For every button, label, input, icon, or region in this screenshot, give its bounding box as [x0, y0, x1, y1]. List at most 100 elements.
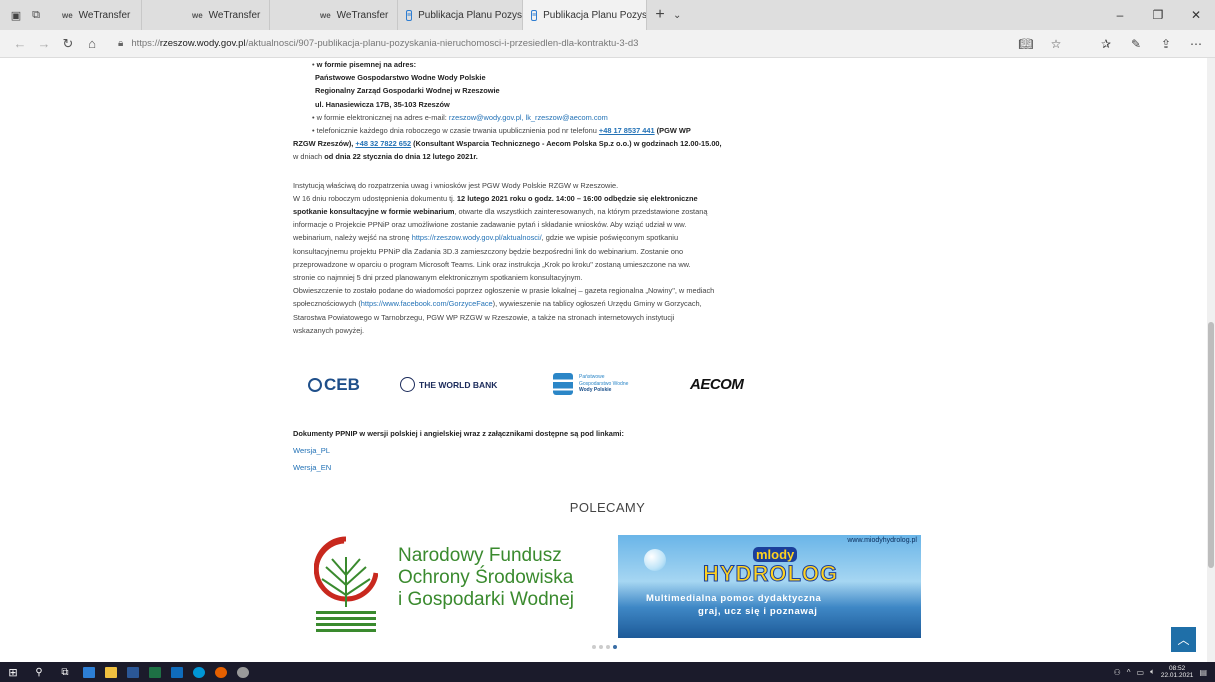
tab-preview-icon[interactable]: ⧉: [28, 8, 44, 22]
hp-app-icon[interactable]: [188, 662, 210, 682]
tab-actions: ▣ ⧉: [0, 8, 54, 22]
notifications-icon[interactable]: ▤: [1199, 668, 1207, 677]
nav-buttons: ← → ↻ ⌂: [0, 36, 104, 52]
page-scrollbar[interactable]: [1207, 58, 1215, 662]
recommend-heading: POLECAMY: [569, 500, 646, 515]
phone-link-1[interactable]: +48 17 8537 441: [599, 126, 655, 135]
tab-label: Publikacja Planu Pozyskania: [418, 9, 523, 21]
partner-logos: CEB THE WORLD BANK Państwowe Gospodarstw…: [300, 371, 770, 403]
edge-app-icon[interactable]: [78, 662, 100, 682]
address-bar: ← → ↻ ⌂ 🔒︎ https://rzeszow.wody.gov.pl/a…: [0, 30, 1215, 58]
tab-wetransfer-1[interactable]: we WeTransfer: [54, 0, 142, 30]
share-icon[interactable]: ⇪: [1151, 37, 1181, 51]
hydro-tagline-1: Multimedialna pomoc dydaktyczna: [646, 593, 822, 604]
url-field[interactable]: 🔒︎ https://rzeszow.wody.gov.pl/aktualnos…: [118, 38, 1011, 49]
tab-wetransfer-2[interactable]: we WeTransfer: [142, 0, 270, 30]
carousel-dot[interactable]: [599, 645, 603, 649]
facebook-link[interactable]: https://www.facebook.com/GorzyceFace: [361, 299, 493, 308]
windows-taskbar: ⊞ ⚲ ⧉ ⚇ ^ ▭ 🔈︎ 08:52 22.01.2021 ▤: [0, 662, 1215, 682]
notice-text-2a: społecznościowych (: [293, 299, 361, 309]
tab-list-chevron-icon[interactable]: ⌄: [673, 10, 693, 21]
clock-date: 22.01.2021: [1160, 672, 1194, 679]
wp-line-2: Gospodarstwo Wodne: [579, 380, 629, 387]
minimize-button[interactable]: –: [1101, 8, 1139, 22]
mlody-hydrolog-banner[interactable]: www.miodyhydrolog.pl mlody HYDROLOG Mult…: [618, 535, 921, 638]
webinar-line-1: W 16 dniu roboczym udostępnienia dokumen…: [293, 192, 778, 205]
email-bullet: • w formie elektronicznej na adres e-mai…: [312, 112, 608, 122]
webinar-text-1: W 16 dniu roboczym udostępnienia dokumen…: [293, 193, 457, 203]
home-icon[interactable]: ⌂: [80, 36, 104, 52]
set-aside-tabs-icon[interactable]: ▣: [8, 8, 24, 22]
search-icon[interactable]: ⚲: [26, 662, 52, 682]
task-view-icon[interactable]: ⧉: [52, 662, 78, 682]
wody-polskie-logo[interactable]: Państwowe Gospodarstwo Wodne Wody Polski…: [553, 373, 628, 395]
aktualnosci-link[interactable]: https://rzeszow.wody.gov.pl/aktualnosci/: [412, 233, 542, 242]
tab-publikacja-1[interactable]: ≡ Publikacja Planu Pozyskania: [398, 0, 523, 30]
forward-arrow-icon[interactable]: →: [32, 36, 56, 52]
refresh-icon[interactable]: ↻: [56, 36, 80, 52]
browser-toolbar: 📖︎ ☆ ✰ ✎ ⇪ ⋯: [1011, 37, 1215, 51]
ceb-logo-text: CEB: [324, 375, 360, 394]
reading-view-icon[interactable]: 📖︎: [1011, 37, 1041, 51]
clock[interactable]: 08:52 22.01.2021: [1161, 665, 1194, 679]
phone-line3-start: w dniach: [293, 152, 325, 162]
we-logo-icon: we: [62, 10, 73, 20]
ceb-emblem-icon: [308, 378, 322, 392]
new-tab-button[interactable]: +: [647, 6, 673, 24]
webinar-line-4: webinarium, należy wejść na stronę https…: [293, 231, 778, 244]
article-body: • w formie pisemnej na adres: Państwowe …: [293, 58, 778, 337]
carousel-dot[interactable]: [606, 645, 610, 649]
network-icon[interactable]: ▭: [1137, 668, 1145, 677]
scrollbar-thumb[interactable]: [1208, 322, 1214, 568]
url-path: /aktualnosci/907-publikacja-planu-pozysk…: [245, 38, 639, 49]
world-bank-logo[interactable]: THE WORLD BANK: [400, 377, 497, 392]
email-link[interactable]: rzeszow@wody.gov.pl, lk_rzeszow@aecom.co…: [449, 113, 608, 122]
maximize-button[interactable]: ❐: [1139, 8, 1177, 22]
scroll-to-top-button[interactable]: ︿: [1171, 627, 1196, 652]
close-window-button[interactable]: ✕: [1177, 8, 1215, 22]
webinar-line-5: konsultacyjnemu projektu PPNiP dla Zadan…: [293, 246, 684, 256]
address-line-3: ul. Hanasiewicza 17B, 35-103 Rzeszów: [315, 99, 450, 109]
volume-icon[interactable]: 🔈︎: [1150, 667, 1155, 677]
wersja-pl-link[interactable]: Wersja_PL: [293, 446, 330, 455]
world-bank-text: THE WORLD BANK: [419, 379, 498, 390]
favorite-star-icon[interactable]: ☆: [1041, 37, 1071, 51]
webinar-bold-2: spotkanie konsultacyjne w formie webinar…: [293, 207, 455, 217]
aecom-logo[interactable]: AECOM: [690, 376, 744, 393]
tray-chevron-icon[interactable]: ^: [1127, 668, 1131, 677]
excel-app-icon[interactable]: [144, 662, 166, 682]
address-line-1: Państwowe Gospodarstwo Wodne Wody Polski…: [315, 73, 486, 83]
paint-app-icon[interactable]: [232, 662, 254, 682]
tab-wetransfer-3[interactable]: we WeTransfer: [270, 0, 398, 30]
word-app-icon[interactable]: [122, 662, 144, 682]
nfos-line-3: i Gospodarki Wodnej: [398, 589, 575, 610]
phone-link-2[interactable]: +48 32 7822 652: [355, 139, 411, 148]
file-explorer-icon[interactable]: [100, 662, 122, 682]
page-icon: ≡: [406, 9, 413, 21]
outlook-app-icon[interactable]: [166, 662, 188, 682]
institution-paragraph: Instytucją właściwą do rozpatrzenia uwag…: [293, 180, 619, 190]
waves-icon: [553, 373, 573, 395]
tab-publikacja-active[interactable]: ≡ Publikacja Planu Pozysk ✕: [523, 0, 647, 30]
pen-notes-icon[interactable]: ✎: [1121, 37, 1151, 51]
windows-start-icon[interactable]: ⊞: [0, 662, 26, 682]
back-arrow-icon[interactable]: ←: [8, 36, 32, 52]
nfosigw-banner[interactable]: Narodowy Fundusz Ochrony Środowiska i Go…: [314, 535, 604, 635]
more-menu-icon[interactable]: ⋯: [1181, 37, 1211, 51]
firefox-app-icon[interactable]: [210, 662, 232, 682]
favorites-list-icon[interactable]: ✰: [1091, 37, 1121, 51]
wersja-en-link[interactable]: Wersja_EN: [293, 463, 331, 472]
wp-line-1: Państwowe: [579, 374, 605, 381]
carousel-dot-active[interactable]: [613, 645, 617, 649]
phone-line-2: RZGW Rzeszów), +48 32 7822 652 (Konsulta…: [293, 137, 778, 150]
tab-label: WeTransfer: [78, 9, 131, 21]
carousel-dot[interactable]: [592, 645, 596, 649]
phone2-org: (Konsultant Wsparcia Technicznego - Aeco…: [411, 139, 722, 149]
tab-strip: ▣ ⧉ we WeTransfer we WeTransfer we WeTra…: [0, 0, 1215, 30]
webinar-line-7: stronie co najmniej 5 dni przed planowan…: [293, 273, 583, 283]
ceb-logo[interactable]: CEB: [308, 375, 360, 395]
people-icon[interactable]: ⚇: [1114, 668, 1121, 677]
chevron-up-icon: ︿: [1177, 633, 1190, 647]
page-icon: ≡: [531, 9, 538, 21]
url-text[interactable]: https://rzeszow.wody.gov.pl/aktualnosci/…: [131, 38, 638, 49]
